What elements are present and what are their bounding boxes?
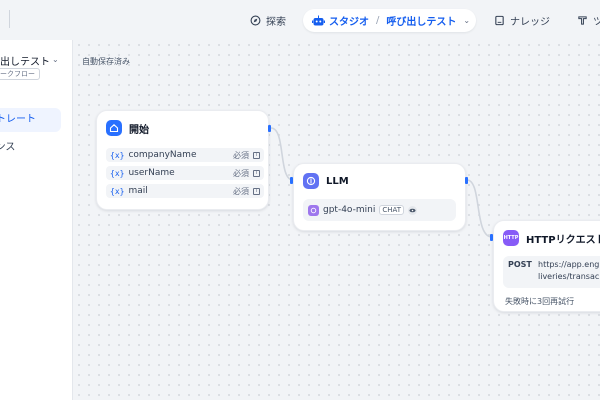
nav-tools-label: ツ bbox=[593, 17, 600, 28]
start-variable-row[interactable]: {x} mail 必須 T bbox=[106, 184, 264, 198]
compass-icon bbox=[249, 15, 261, 27]
home-icon bbox=[106, 120, 122, 136]
eye-icon bbox=[408, 205, 418, 215]
llm-model-selector[interactable]: gpt-4o-mini CHAT bbox=[303, 199, 456, 221]
brain-icon bbox=[303, 173, 319, 189]
sidebar-item-label: オーケストレート bbox=[0, 114, 36, 125]
edge-start-llm bbox=[270, 127, 294, 181]
breadcrumb-separator: / bbox=[376, 15, 380, 26]
book-icon bbox=[493, 15, 505, 27]
text-type-icon: T bbox=[253, 187, 260, 195]
nav-studio[interactable]: スタジオ / 呼び出しテスト ⌄ bbox=[303, 9, 476, 32]
app-sidebar: 呼び出しテスト ⌄ ワークフロー オーケストレート ログ&アナウンス bbox=[0, 40, 73, 400]
llm-model-name: gpt-4o-mini bbox=[323, 205, 376, 215]
required-label: 必須 bbox=[233, 186, 249, 196]
http-icon: HTTP bbox=[503, 230, 519, 246]
workflow-canvas[interactable]: 自動保存済み 開始 {x} companyName 必須 T {x} userN… bbox=[74, 40, 600, 400]
tool-icon bbox=[576, 15, 588, 27]
node-llm[interactable]: LLM gpt-4o-mini CHAT bbox=[293, 163, 466, 231]
sidebar-item-label: ログ&アナウンス bbox=[0, 142, 16, 153]
variable-name: companyName bbox=[128, 150, 197, 160]
required-label: 必須 bbox=[233, 150, 249, 160]
llm-input-handle[interactable] bbox=[290, 177, 293, 184]
http-url-line: liveries/transac bbox=[538, 272, 600, 281]
sidebar-item-orchestrate[interactable]: オーケストレート bbox=[0, 108, 61, 132]
http-retry-status: 失敗時に3回再試行 bbox=[505, 297, 575, 306]
current-app-name[interactable]: 呼び出しテスト bbox=[386, 13, 456, 28]
http-method: POST bbox=[508, 260, 532, 269]
variable-icon: {x} bbox=[110, 186, 125, 196]
header-divider bbox=[9, 10, 10, 28]
node-start[interactable]: 開始 {x} companyName 必須 T {x} userName 必須 … bbox=[96, 110, 269, 210]
sidebar-item-logs[interactable]: ログ&アナウンス bbox=[0, 136, 61, 160]
text-type-icon: T bbox=[253, 169, 260, 177]
llm-output-handle[interactable] bbox=[465, 177, 468, 184]
node-http-request[interactable]: HTTP HTTPリクエスト POST https://app.eng live… bbox=[493, 220, 600, 312]
node-http-title: HTTPリクエスト bbox=[526, 234, 600, 246]
http-request-summary[interactable]: POST https://app.eng liveries/transac bbox=[503, 256, 600, 288]
chevron-down-icon[interactable]: ⌄ bbox=[463, 16, 470, 25]
nav-studio-label: スタジオ bbox=[329, 17, 369, 28]
edge-llm-http bbox=[466, 179, 493, 238]
sidebar-app-title[interactable]: 呼び出しテスト bbox=[0, 53, 50, 68]
start-variable-row[interactable]: {x} userName 必須 T bbox=[106, 166, 264, 180]
node-llm-title: LLM bbox=[326, 175, 349, 187]
variable-name: userName bbox=[128, 168, 175, 178]
top-navigation: 探索 スタジオ / 呼び出しテスト ⌄ ナレッジ ツ bbox=[0, 0, 600, 40]
model-icon bbox=[308, 204, 319, 216]
app-type-badge: ワークフロー bbox=[0, 68, 40, 80]
nav-knowledge[interactable]: ナレッジ bbox=[493, 9, 550, 32]
node-start-title: 開始 bbox=[129, 124, 149, 136]
required-label: 必須 bbox=[233, 168, 249, 178]
robot-icon bbox=[311, 14, 325, 28]
http-url-line: https://app.eng bbox=[538, 260, 600, 269]
nav-explore[interactable]: 探索 bbox=[249, 9, 286, 32]
variable-name: mail bbox=[128, 186, 148, 196]
text-type-icon: T bbox=[253, 151, 260, 159]
chevron-down-icon[interactable]: ⌄ bbox=[52, 55, 59, 64]
nav-explore-label: 探索 bbox=[266, 17, 286, 28]
nav-tools[interactable]: ツ bbox=[576, 9, 600, 32]
variable-icon: {x} bbox=[110, 168, 125, 178]
variable-icon: {x} bbox=[110, 150, 125, 160]
nav-knowledge-label: ナレッジ bbox=[510, 17, 550, 28]
start-variable-row[interactable]: {x} companyName 必須 T bbox=[106, 148, 264, 162]
llm-mode-tag: CHAT bbox=[379, 205, 405, 215]
start-output-handle[interactable] bbox=[268, 125, 271, 132]
http-input-handle[interactable] bbox=[490, 234, 493, 241]
